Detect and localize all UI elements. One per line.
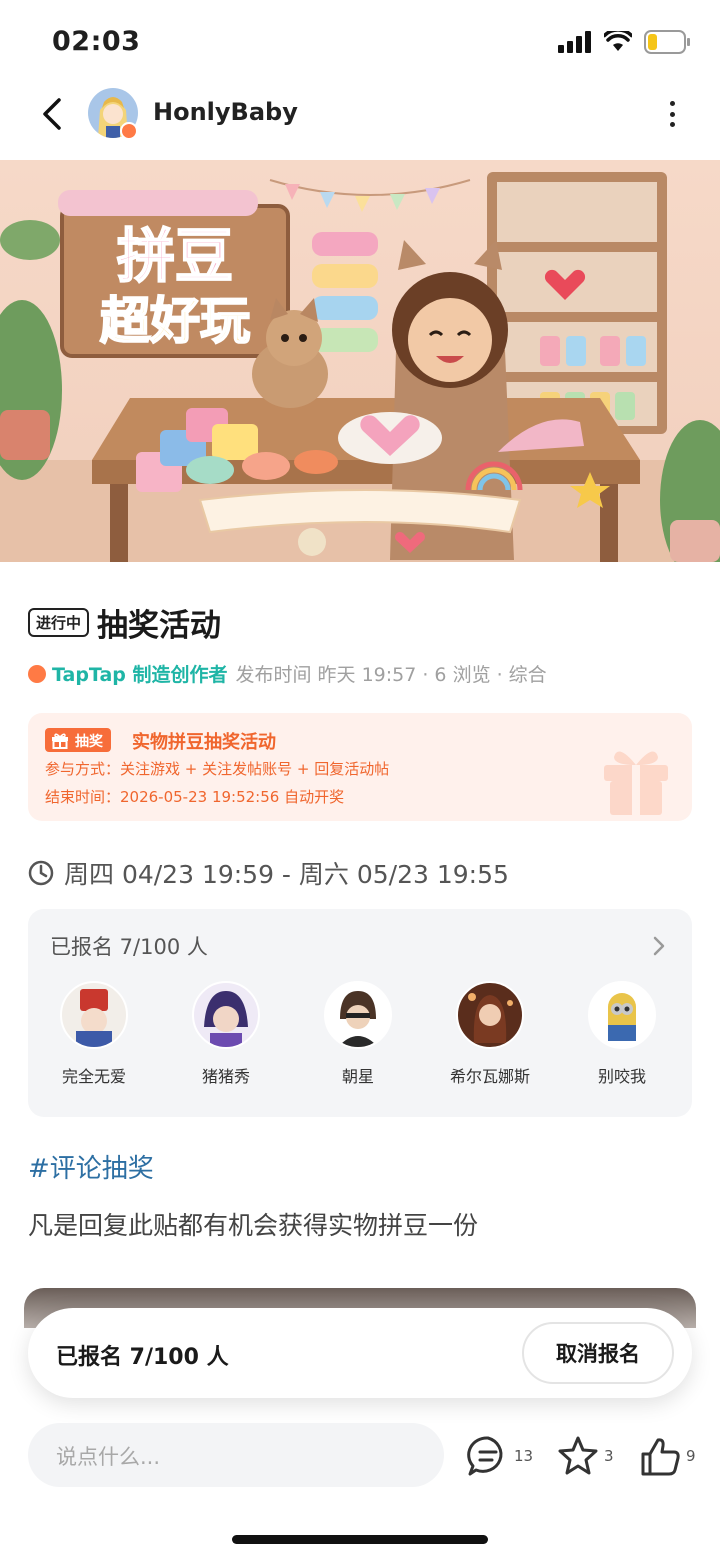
more-dot-icon bbox=[669, 122, 675, 127]
lottery-participation: 参与方式：关注游戏 + 关注发帖账号 + 回复活动帖 bbox=[45, 760, 390, 778]
wifi-icon bbox=[604, 31, 632, 51]
favorite-button[interactable]: 3 bbox=[556, 1434, 614, 1478]
participant-name: 完全无爱 bbox=[61, 1067, 126, 1086]
banner-line2: 超好玩 bbox=[100, 292, 250, 350]
lottery-end-time: 结束时间：2026-05-23 19:52:56 自动开奖 bbox=[45, 788, 345, 806]
star-icon bbox=[558, 1436, 598, 1475]
thumbs-up-icon bbox=[641, 1438, 680, 1476]
hashtag-link[interactable]: #评论抽奖 bbox=[28, 1148, 154, 1185]
signup-status-bar: 已报名 7/100 人 取消报名 bbox=[28, 1308, 692, 1398]
post-meta: TapTap 制造创作者 发布时间 昨天 19:57 · 6 浏览 · 综合 bbox=[28, 660, 547, 687]
more-dot-icon bbox=[669, 111, 675, 117]
favorite-count: 3 bbox=[604, 1447, 614, 1465]
participant-avatar bbox=[192, 981, 260, 1049]
like-button[interactable]: 9 bbox=[638, 1434, 696, 1478]
participant-item[interactable]: 完全无爱 bbox=[28, 981, 160, 1087]
participant-list: 完全无爱 猪猪秀 朝星 希尔瓦娜斯 别咬我 bbox=[28, 981, 692, 1087]
comment-input[interactable]: 说点什么... bbox=[28, 1423, 444, 1487]
author-username[interactable]: HonlyBaby bbox=[153, 98, 298, 126]
comment-count: 13 bbox=[514, 1447, 534, 1465]
participant-avatar bbox=[60, 981, 128, 1049]
participant-avatar bbox=[456, 981, 524, 1049]
author-label-text: TapTap 制造创作者 bbox=[52, 664, 228, 686]
comment-button[interactable]: 13 bbox=[466, 1434, 533, 1478]
signup-card[interactable]: 已报名 7/100 人 完全无爱 猪猪秀 朝星 希尔瓦娜斯 别咬我 bbox=[28, 909, 692, 1117]
more-dot-icon bbox=[669, 101, 675, 106]
participant-item[interactable]: 猪猪秀 bbox=[160, 981, 292, 1087]
post-meta-text: 发布时间 昨天 19:57 · 6 浏览 · 综合 bbox=[235, 664, 547, 686]
status-tag: 进行中 bbox=[28, 608, 90, 637]
post-title-row: 进行中 抽奖活动 bbox=[28, 600, 221, 645]
more-options-button[interactable] bbox=[660, 98, 684, 130]
participant-avatar bbox=[324, 981, 392, 1049]
top-nav: HonlyBaby bbox=[0, 80, 720, 160]
clock-icon bbox=[28, 860, 54, 886]
lottery-card[interactable]: 抽奖 实物拼豆抽奖活动 参与方式：关注游戏 + 关注发帖账号 + 回复活动帖 结… bbox=[28, 713, 692, 821]
event-time-row: 周四 04/23 19:59 - 周六 05/23 19:55 bbox=[28, 855, 509, 891]
banner-line1: 拼豆 bbox=[117, 222, 233, 290]
lottery-title: 实物拼豆抽奖活动 bbox=[132, 732, 276, 753]
verified-badge-icon bbox=[120, 122, 138, 140]
battery-icon bbox=[644, 30, 690, 54]
status-time: 02:03 bbox=[52, 26, 141, 57]
signup-count: 已报名 7/100 人 bbox=[50, 935, 208, 959]
back-button[interactable] bbox=[32, 94, 72, 134]
creator-badge-icon bbox=[28, 664, 46, 683]
cancel-signup-button[interactable]: 取消报名 bbox=[522, 1322, 674, 1384]
comment-icon bbox=[467, 1436, 503, 1476]
gift-watermark-icon bbox=[604, 751, 668, 815]
participant-item[interactable]: 别咬我 bbox=[556, 981, 688, 1087]
gift-icon bbox=[52, 733, 68, 749]
participant-name: 希尔瓦娜斯 bbox=[449, 1067, 530, 1086]
signup-status-text: 已报名 7/100 人 bbox=[56, 1345, 229, 1370]
status-bar: 02:03 bbox=[0, 0, 720, 80]
signal-icon bbox=[558, 31, 591, 53]
like-count: 9 bbox=[686, 1447, 696, 1465]
participant-item[interactable]: 希尔瓦娜斯 bbox=[424, 981, 556, 1087]
chevron-left-icon bbox=[43, 98, 61, 130]
participant-name: 朝星 bbox=[341, 1067, 374, 1086]
chevron-right-icon[interactable] bbox=[652, 935, 666, 957]
banner-image[interactable]: 拼豆 超好玩 bbox=[0, 160, 720, 562]
banner-illustration: 拼豆 超好玩 bbox=[0, 160, 720, 562]
participant-item[interactable]: 朝星 bbox=[292, 981, 424, 1087]
participant-avatar bbox=[588, 981, 656, 1049]
participant-name: 别咬我 bbox=[597, 1067, 646, 1086]
event-time-text: 周四 04/23 19:59 - 周六 05/23 19:55 bbox=[64, 860, 509, 889]
author-label[interactable]: TapTap 制造创作者 bbox=[28, 660, 227, 687]
lottery-badge: 抽奖 bbox=[45, 728, 111, 752]
status-icons bbox=[558, 30, 690, 54]
lottery-badge-label: 抽奖 bbox=[75, 734, 103, 750]
home-indicator bbox=[232, 1535, 488, 1544]
participant-name: 猪猪秀 bbox=[201, 1067, 250, 1086]
post-body-text: 凡是回复此贴都有机会获得实物拼豆一份 bbox=[28, 1211, 479, 1240]
post-title: 抽奖活动 bbox=[97, 608, 222, 644]
